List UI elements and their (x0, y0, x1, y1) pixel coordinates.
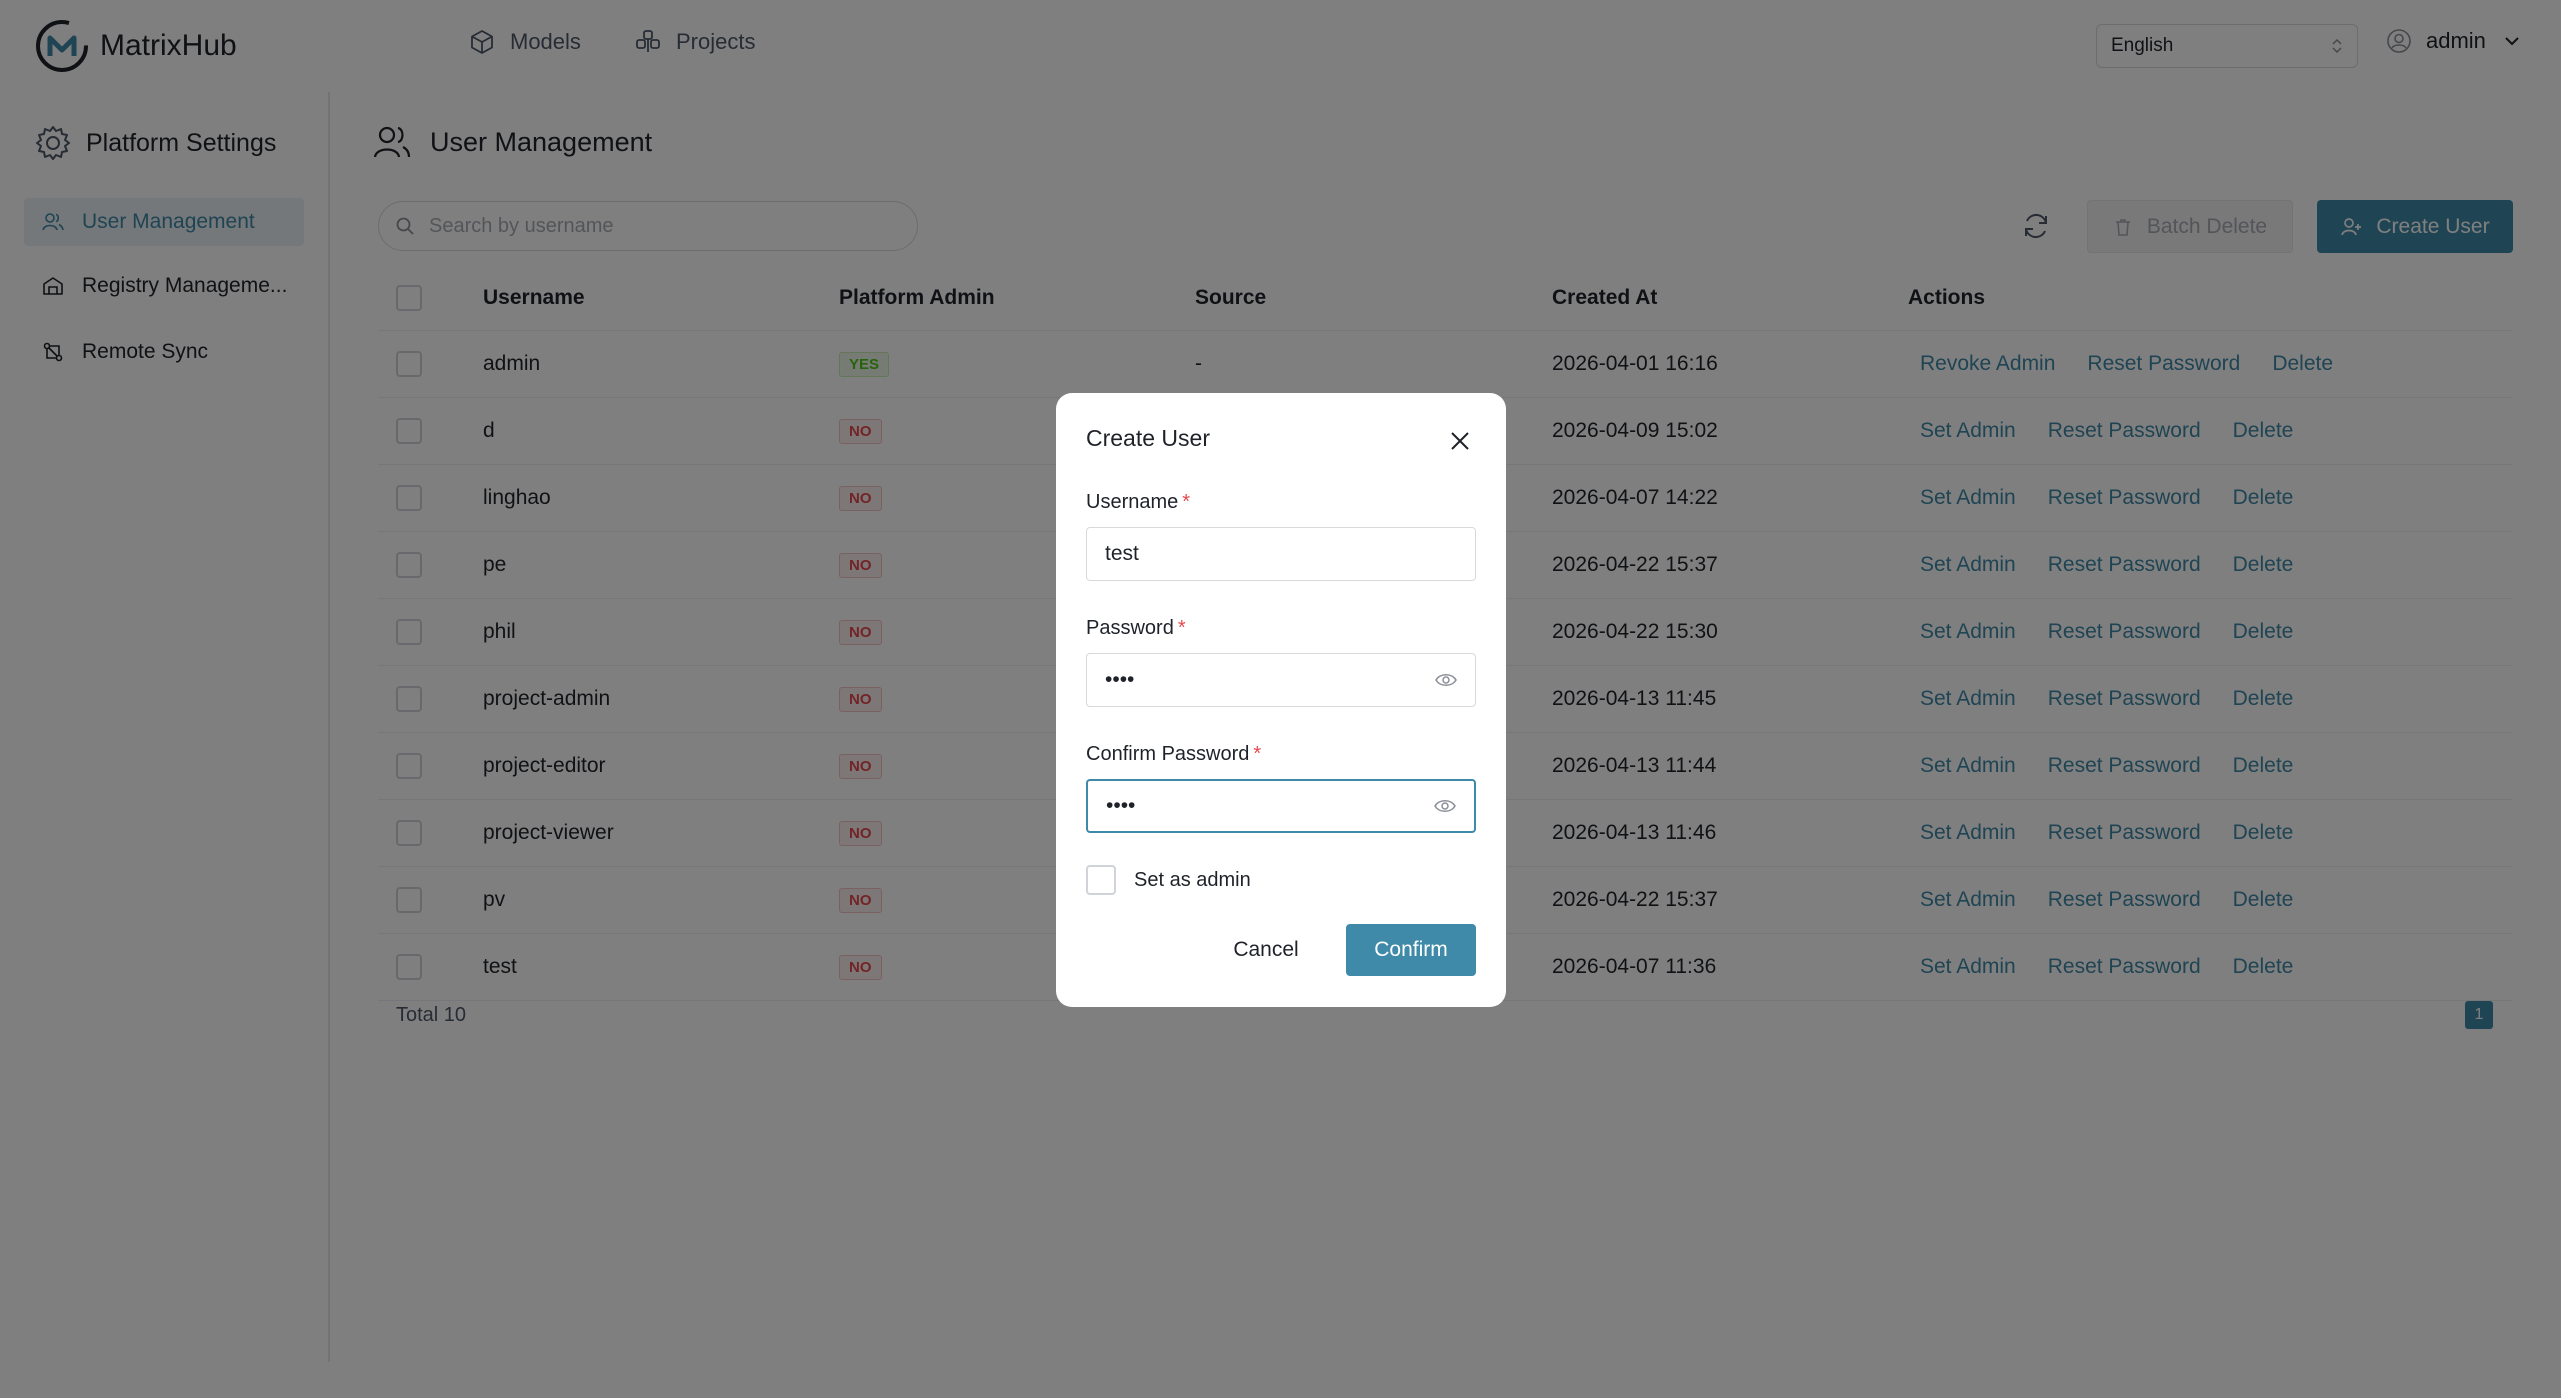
required-mark: * (1177, 617, 1186, 639)
set-admin-option[interactable]: Set as admin (1086, 865, 1251, 895)
confirm-password-label: Confirm Password * (1086, 743, 1261, 766)
confirm-password-field[interactable]: •••• (1086, 779, 1476, 833)
password-field[interactable]: •••• (1086, 653, 1476, 707)
set-admin-checkbox[interactable] (1086, 865, 1116, 895)
cancel-button[interactable]: Cancel (1216, 924, 1316, 976)
confirm-button[interactable]: Confirm (1346, 924, 1476, 976)
set-admin-label: Set as admin (1134, 868, 1251, 891)
username-field[interactable]: test (1086, 527, 1476, 581)
username-value: test (1105, 542, 1139, 565)
required-mark: * (1253, 743, 1262, 765)
password-value: •••• (1105, 668, 1135, 691)
dialog-title: Create User (1086, 425, 1210, 451)
close-icon (1451, 432, 1469, 450)
confirm-password-value: •••• (1106, 794, 1136, 817)
close-button[interactable] (1440, 421, 1480, 461)
eye-icon[interactable] (1435, 669, 1457, 691)
username-label-text: Username (1086, 491, 1179, 513)
eye-icon[interactable] (1434, 795, 1456, 817)
username-label: Username * (1086, 491, 1190, 514)
password-label-text: Password (1086, 617, 1174, 639)
confirm-password-label-text: Confirm Password (1086, 743, 1250, 765)
required-mark: * (1182, 491, 1191, 513)
password-label: Password * (1086, 617, 1186, 640)
create-user-dialog: Create User Username * test Password * •••… (1056, 393, 1506, 1007)
